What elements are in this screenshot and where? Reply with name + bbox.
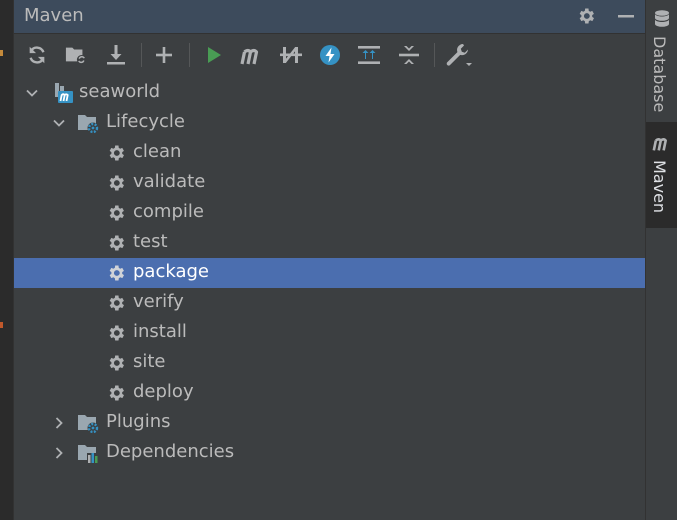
- run-icon[interactable]: [199, 40, 229, 70]
- generate-sources-icon[interactable]: [61, 40, 91, 70]
- goal-label: site: [133, 351, 166, 372]
- tool-tab-label: Maven: [650, 160, 669, 214]
- right-tool-strip: Database Maven: [645, 0, 677, 520]
- lifecycle-goal-verify[interactable]: verify: [14, 288, 645, 318]
- settings-wrench-icon[interactable]: [444, 40, 474, 70]
- minimize-icon[interactable]: [614, 4, 638, 28]
- skip-tests-icon[interactable]: [315, 40, 345, 70]
- goal-label: clean: [133, 141, 182, 162]
- gear-icon: [105, 142, 127, 164]
- lifecycle-goal-deploy[interactable]: deploy: [14, 378, 645, 408]
- gear-icon: [105, 382, 127, 404]
- folder-gear-icon: [77, 412, 99, 434]
- gear-icon: [105, 262, 127, 284]
- collapse-all-icon[interactable]: [394, 40, 424, 70]
- tree-node-plugins[interactable]: Plugins: [14, 408, 645, 438]
- lifecycle-goal-package[interactable]: package: [14, 258, 645, 288]
- tool-window-header: Maven: [14, 0, 645, 34]
- chevron-down-icon[interactable]: [51, 115, 67, 131]
- chevron-down-icon[interactable]: [24, 85, 40, 101]
- lifecycle-goal-install[interactable]: install: [14, 318, 645, 348]
- left-tool-strip: [0, 0, 14, 520]
- maven-icon: [651, 132, 673, 154]
- tool-tab-label: Database: [650, 36, 669, 113]
- folder-gear-icon: [77, 112, 99, 134]
- chevron-right-icon[interactable]: [51, 445, 67, 461]
- gear-icon[interactable]: [574, 4, 598, 28]
- project-label: seaworld: [79, 81, 161, 102]
- goal-label: compile: [133, 201, 204, 222]
- tool-tab-database[interactable]: Database: [646, 0, 677, 118]
- toggle-offline-icon[interactable]: [276, 40, 306, 70]
- gear-icon: [105, 232, 127, 254]
- goal-label: install: [133, 321, 187, 342]
- folder-library-icon: [77, 442, 99, 464]
- maven-toolbar: [14, 34, 645, 76]
- tree-node-dependencies[interactable]: Dependencies: [14, 438, 645, 468]
- maven-project-icon: [52, 82, 74, 104]
- goal-label: package: [133, 261, 209, 282]
- goal-label: validate: [133, 171, 206, 192]
- tree-node-project[interactable]: seaworld: [14, 78, 645, 108]
- goal-label: test: [133, 231, 168, 252]
- lifecycle-goal-validate[interactable]: validate: [14, 168, 645, 198]
- add-icon[interactable]: [149, 40, 179, 70]
- goal-label: verify: [133, 291, 184, 312]
- database-icon: [651, 8, 673, 30]
- show-dependencies-icon[interactable]: [354, 40, 384, 70]
- dependencies-label: Dependencies: [106, 441, 235, 462]
- lifecycle-goal-site[interactable]: site: [14, 348, 645, 378]
- lifecycle-label: Lifecycle: [106, 111, 185, 132]
- toolbar-separator: [434, 43, 435, 67]
- tree-node-lifecycle[interactable]: Lifecycle: [14, 108, 645, 138]
- tool-tab-maven[interactable]: Maven: [646, 122, 677, 228]
- gear-icon: [105, 292, 127, 314]
- strip-marker: [0, 322, 3, 328]
- toolbar-separator: [189, 43, 190, 67]
- gear-icon: [105, 172, 127, 194]
- execute-goal-icon[interactable]: [237, 40, 267, 70]
- maven-tool-window: Maven seaworld Lifecycle clean validate …: [14, 0, 645, 520]
- tool-window-title: Maven: [24, 5, 84, 26]
- plugins-label: Plugins: [106, 411, 171, 432]
- chevron-right-icon[interactable]: [51, 415, 67, 431]
- lifecycle-goal-test[interactable]: test: [14, 228, 645, 258]
- gear-icon: [105, 352, 127, 374]
- lifecycle-goal-compile[interactable]: compile: [14, 198, 645, 228]
- strip-marker: [0, 50, 3, 56]
- gear-icon: [105, 202, 127, 224]
- download-icon[interactable]: [101, 40, 131, 70]
- toolbar-separator: [141, 43, 142, 67]
- lifecycle-goal-clean[interactable]: clean: [14, 138, 645, 168]
- gear-icon: [105, 322, 127, 344]
- goal-label: deploy: [133, 381, 194, 402]
- reload-icon[interactable]: [22, 40, 52, 70]
